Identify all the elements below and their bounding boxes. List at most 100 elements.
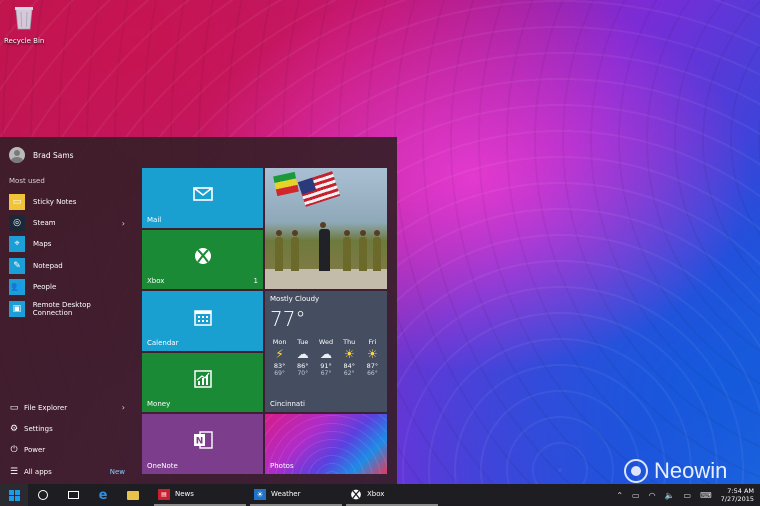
chevron-right-icon[interactable]: › [122, 219, 125, 228]
taskbar-app-label: News [175, 490, 194, 498]
xbox-tile[interactable]: Xbox 1 [142, 230, 263, 289]
forecast-day-name: Fri [368, 338, 377, 346]
all-apps-item[interactable]: ☰ All apps New [9, 461, 131, 482]
forecast-high: 91° [320, 362, 332, 370]
neowin-watermark: Neowin [624, 458, 727, 484]
action-center-icon[interactable]: ▭ [684, 491, 692, 500]
taskbar-app-news[interactable]: ▤ News [154, 484, 246, 506]
tile-label: Money [147, 400, 171, 408]
taskbar: e ▤ News ☀ Weather Xbox ⌃ ▭ ◠ 🔈 ▭ ⌨ 7:54… [0, 484, 760, 506]
news-photo-flag [273, 171, 299, 197]
taskbar-app-label: Xbox [367, 490, 385, 498]
mail-tile[interactable]: Mail [142, 168, 263, 228]
clock[interactable]: 7:54 AM 7/27/2015 [721, 487, 754, 503]
svg-text:N: N [195, 437, 203, 447]
news-photo-person [343, 230, 351, 271]
onenote-tile[interactable]: N OneNote [142, 414, 263, 474]
notepad-icon: ✎ [9, 257, 25, 274]
task-view-button[interactable] [58, 484, 88, 506]
task-view-icon [67, 491, 79, 499]
maps-icon: ⌖ [9, 236, 25, 253]
people-icon: 👥 [9, 279, 25, 296]
forecast-day-name: Thu [343, 338, 356, 346]
sunny-icon: ☀ [367, 347, 378, 361]
news-icon: ▤ [158, 488, 170, 500]
list-icon: ☰ [9, 466, 19, 477]
taskbar-app-xbox[interactable]: Xbox [346, 484, 438, 506]
app-item-remote-desktop[interactable]: ▣ Remote Desktop Connection [9, 298, 131, 319]
battery-icon[interactable]: ▭ [632, 491, 640, 500]
weather-tile[interactable]: Mostly Cloudy 77° Mon ⚡ 83° 69° Tue ☁ 86… [265, 291, 387, 412]
tile-label: Mail [147, 216, 162, 224]
cortana-button[interactable] [28, 484, 58, 506]
onenote-icon: N [193, 431, 213, 450]
start-menu: Brad Sams Most used ▭ Sticky Notes ◎ Ste… [0, 137, 397, 484]
file-explorer-label: File Explorer [24, 403, 68, 412]
folder-icon: ▭ [9, 402, 19, 413]
user-account[interactable]: Brad Sams [9, 147, 74, 163]
edge-icon: e [98, 487, 108, 503]
money-tile[interactable]: Money [142, 353, 263, 412]
news-photo-person [373, 230, 381, 271]
forecast-day: Mon ⚡ 83° 69° [268, 338, 291, 377]
app-item-label: Notepad [33, 261, 63, 270]
weather-temperature: 77° [270, 307, 306, 331]
tile-label: OneNote [147, 462, 178, 470]
power-label: Power [24, 446, 46, 455]
photos-tile[interactable]: Photos [265, 414, 387, 474]
thunderstorm-icon: ⚡ [275, 347, 284, 361]
most-used-list: ▭ Sticky Notes ◎ Steam › ⌖ Maps ✎ Notepa… [9, 191, 131, 319]
news-photo-person [275, 230, 283, 271]
tile-label: Photos [270, 462, 294, 470]
mail-icon [192, 187, 213, 202]
user-name: Brad Sams [33, 150, 74, 160]
app-item-people[interactable]: 👥 People [9, 277, 131, 298]
edge-button[interactable]: e [88, 484, 118, 506]
file-explorer-item[interactable]: ▭ File Explorer › [9, 397, 131, 418]
network-icon[interactable]: ◠ [649, 491, 656, 500]
app-item-sticky-notes[interactable]: ▭ Sticky Notes [9, 191, 131, 212]
taskbar-app-weather[interactable]: ☀ Weather [250, 484, 342, 506]
file-explorer-button[interactable] [118, 484, 148, 506]
notification-badge: 1 [253, 277, 258, 285]
new-badge: New [109, 467, 125, 476]
forecast-high: 87° [366, 362, 379, 370]
forecast-high: 84° [343, 362, 355, 370]
keyboard-icon[interactable]: ⌨ [700, 491, 712, 500]
news-photo-person [359, 230, 367, 271]
calendar-icon [193, 310, 212, 327]
neowin-logo-icon [624, 459, 648, 483]
app-item-notepad[interactable]: ✎ Notepad [9, 255, 131, 276]
app-item-steam[interactable]: ◎ Steam › [9, 212, 131, 233]
clock-date: 7/27/2015 [720, 495, 754, 503]
cortana-icon [38, 490, 48, 500]
sticky-notes-icon: ▭ [9, 193, 25, 210]
chevron-up-icon[interactable]: ⌃ [616, 491, 623, 500]
chevron-right-icon[interactable]: › [122, 403, 125, 412]
all-apps-label: All apps [24, 467, 52, 476]
weather-forecast: Mon ⚡ 83° 69° Tue ☁ 86° 70° Wed ☁ 91° 67… [268, 338, 384, 377]
recycle-bin-shortcut[interactable]: Recycle Bin [4, 4, 44, 45]
forecast-low: 62° [343, 370, 355, 377]
most-used-heading: Most used [9, 177, 45, 185]
power-item[interactable]: ⏻ Power [9, 440, 131, 461]
app-item-maps[interactable]: ⌖ Maps [9, 234, 131, 255]
forecast-day-name: Mon [272, 338, 287, 346]
news-photo-flag [297, 171, 341, 207]
start-bottom-list: ▭ File Explorer › ⚙ Settings ⏻ Power ☰ A… [9, 397, 131, 483]
volume-icon[interactable]: 🔈 [665, 491, 675, 500]
watermark-text: Neowin [654, 458, 728, 483]
gear-icon: ⚙ [9, 424, 19, 435]
partly-cloudy-icon: ☁ [296, 347, 309, 361]
news-photo-person [319, 222, 330, 271]
news-tile[interactable] [265, 168, 387, 289]
steam-icon: ◎ [9, 215, 25, 232]
settings-item[interactable]: ⚙ Settings [9, 418, 131, 439]
start-button[interactable] [0, 484, 28, 506]
calendar-tile[interactable]: Calendar [142, 291, 263, 351]
forecast-day: Tue ☁ 86° 70° [291, 338, 314, 377]
forecast-day: Thu ☀ 84° 62° [338, 338, 361, 377]
app-item-label: Steam [33, 219, 56, 228]
news-photo-ground [265, 269, 387, 289]
app-item-label: Remote Desktop Connection [32, 300, 91, 317]
